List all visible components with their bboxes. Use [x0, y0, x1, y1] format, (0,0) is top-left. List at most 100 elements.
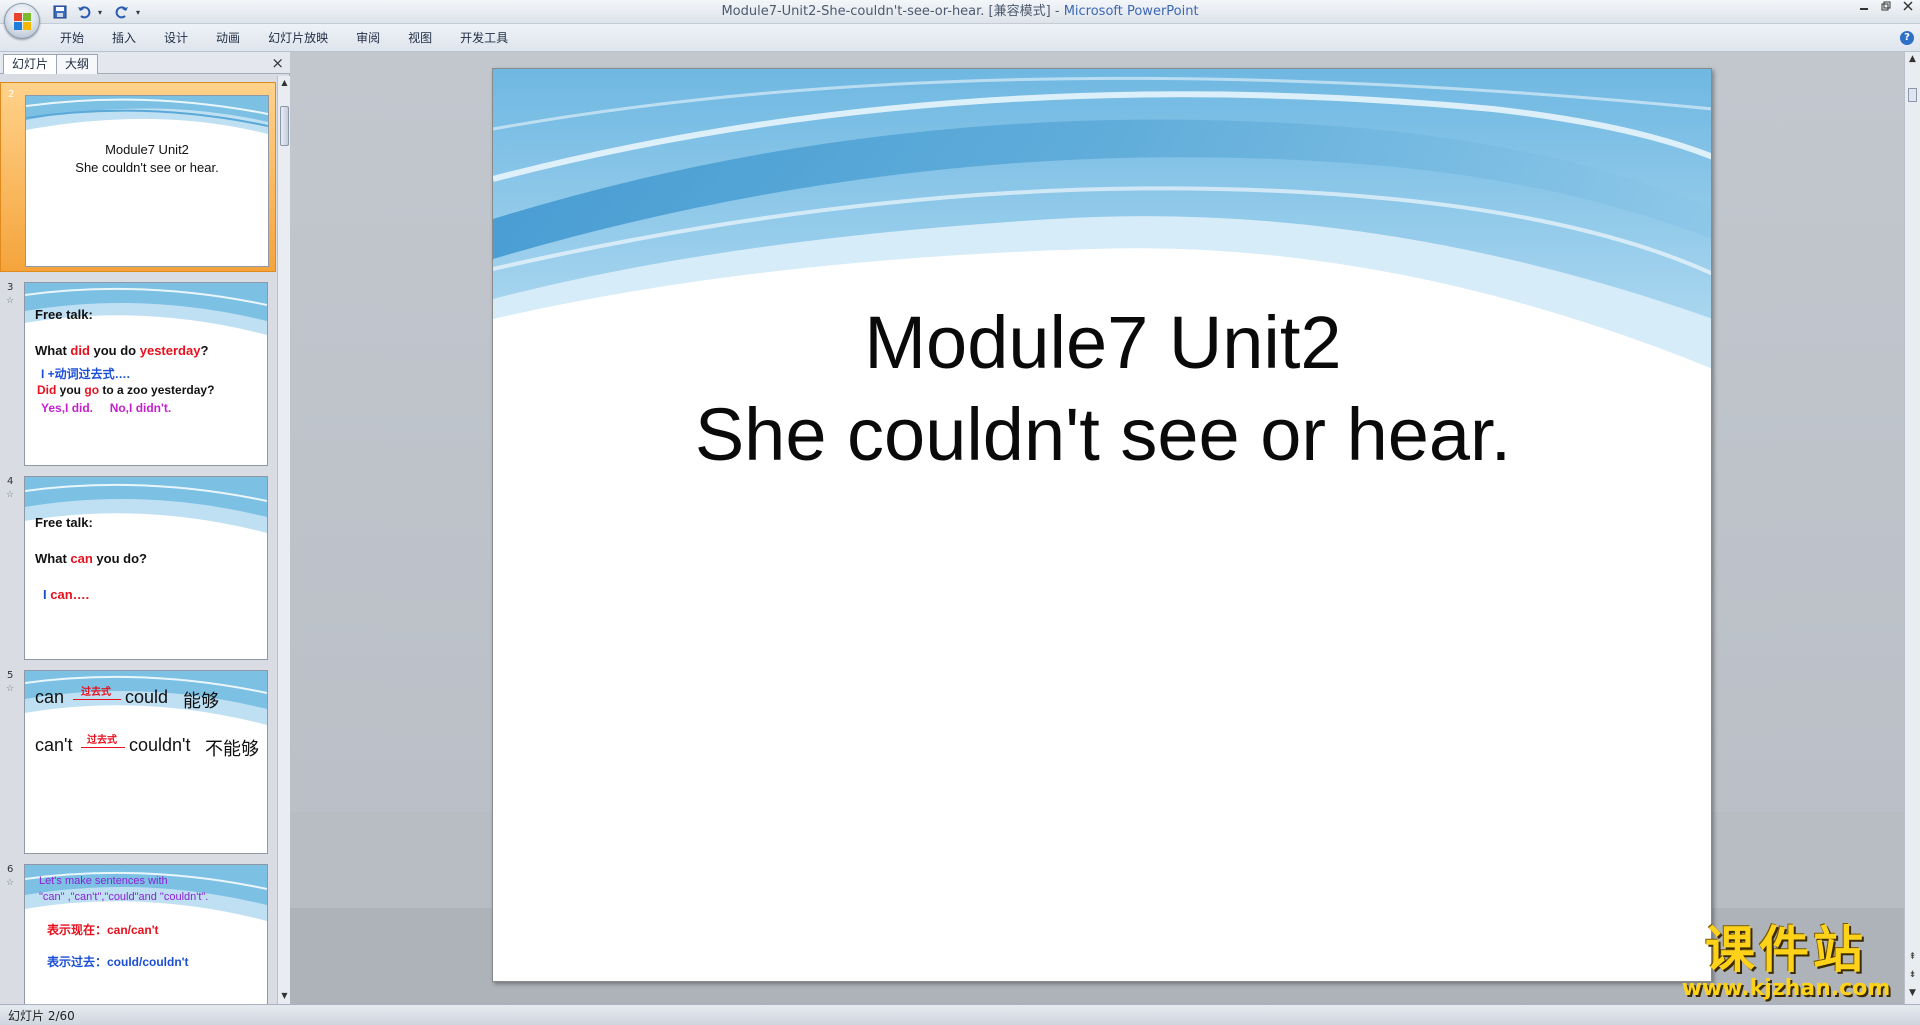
ans-can: can….: [50, 587, 90, 602]
slide-number: 3: [7, 282, 14, 293]
thumb-line1: Let's make sentences with: [39, 875, 168, 887]
q-what: What: [35, 343, 71, 358]
restore-button[interactable]: [1878, 1, 1894, 15]
ribbon-tabs: 开始 插入 设计 动画 幻灯片放映 审阅 视图 开发工具: [46, 24, 522, 52]
thumb-answers: Yes,I did. No,I didn't.: [41, 401, 172, 415]
slide-counter: 幻灯片 2/60: [8, 1009, 75, 1023]
tab-slides[interactable]: 幻灯片: [3, 54, 58, 74]
close-icon: ×: [271, 54, 284, 72]
scroll-up-icon[interactable]: ▲: [279, 78, 290, 89]
thumbnail-slide-6[interactable]: 6 ☆ Let's make sentences with "can" ,"ca…: [0, 858, 276, 1004]
thumb-couldnt: couldn't: [129, 735, 191, 755]
tab-view[interactable]: 视图: [394, 24, 446, 52]
scroll-down-icon[interactable]: ▼: [1906, 988, 1919, 1002]
watermark-url: www.kjzhan.com: [1681, 976, 1891, 1001]
tab-home[interactable]: 开始: [46, 24, 98, 52]
thumbnail-slide-2[interactable]: 2 Module7 Unit2 She couldn't see or hear…: [0, 82, 276, 272]
q2-zoo: to a zoo yesterday?: [99, 383, 215, 397]
q-yesterday: yesterday: [139, 343, 201, 358]
thumb-able: 能够: [183, 691, 219, 711]
q2-you: you: [56, 383, 85, 397]
q-rest: you do?: [92, 551, 147, 566]
thumb-unable: 不能够: [205, 739, 259, 759]
office-logo-icon: [14, 13, 31, 30]
application-name: Microsoft PowerPoint: [1063, 4, 1199, 19]
tab-slide-show[interactable]: 幻灯片放映: [254, 24, 342, 52]
close-icon: [1903, 1, 1913, 11]
thumb-heading: Free talk:: [35, 307, 93, 322]
scroll-down-icon[interactable]: ▼: [279, 991, 290, 1002]
slide-title-line2: She couldn't see or hear.: [694, 393, 1512, 476]
split-handle-icon[interactable]: [1908, 88, 1917, 102]
thumb-question: What can you do?: [35, 551, 147, 566]
thumbnail-canvas: Free talk: What can you do? I can….: [24, 476, 268, 660]
tab-insert[interactable]: 插入: [98, 24, 150, 52]
thumb-question-2: Did you go to a zoo yesterday?: [37, 383, 214, 397]
thumb-heading: Free talk:: [35, 515, 93, 530]
thumbnail-slide-4[interactable]: 4 ☆ Free talk: What can you do? I can….: [0, 470, 276, 660]
thumbnail-slide-3[interactable]: 3 ☆ Free talk: What did you do yesterday…: [0, 276, 276, 466]
thumbnail-scrollbar[interactable]: ▲ ▼: [277, 76, 290, 1004]
tab-review[interactable]: 审阅: [342, 24, 394, 52]
scrollbar-thumb[interactable]: [280, 106, 289, 146]
q-what: What: [35, 551, 71, 566]
q2-did: Did: [37, 383, 57, 397]
thumbnail-canvas: Module7 Unit2 She couldn't see or hear.: [25, 95, 269, 267]
save-button[interactable]: [50, 3, 70, 21]
thumbnail-canvas: Let's make sentences with "can" ,"can't"…: [24, 864, 268, 1004]
thumb-answer: I can….: [43, 587, 89, 602]
slide-title[interactable]: Module7 Unit2 She couldn't see or hear.: [493, 297, 1711, 481]
thumb-pattern: I +动词过去式….: [41, 367, 131, 381]
restore-icon: [1881, 1, 1891, 11]
q-can: can: [70, 551, 93, 566]
q-did: did: [70, 343, 90, 358]
title-bar: ▾ ▾ Module7-Unit2-She-couldn't-see-or-he…: [0, 0, 1920, 24]
slide-number: 6: [7, 864, 14, 875]
document-title: Module7-Unit2-She-couldn't-see-or-hear. …: [721, 4, 1051, 19]
customize-qat-dropdown[interactable]: ▾: [136, 8, 146, 17]
redo-button[interactable]: [112, 3, 132, 21]
thumb-line2: "can" ,"can't","could"and "couldn't".: [39, 891, 209, 903]
redo-icon: [115, 6, 128, 19]
editor-scrollbar[interactable]: ▲ ⇞ ⇟ ▼: [1904, 52, 1920, 1004]
previous-slide-icon[interactable]: ⇞: [1906, 952, 1919, 966]
thumb-question: What did you do yesterday?: [35, 343, 208, 358]
undo-dropdown[interactable]: ▾: [98, 8, 108, 17]
office-button[interactable]: [4, 3, 40, 39]
thumbnail-canvas: can 过去式 could 能够 can't 过去式 couldn't 不能够: [24, 670, 268, 854]
thumb-past-label-1: 过去式: [81, 687, 111, 698]
tab-outline[interactable]: 大纲: [56, 54, 99, 74]
status-bar: 幻灯片 2/60: [0, 1004, 1920, 1025]
q-you-do: you do: [89, 343, 140, 358]
slide-number: 5: [7, 670, 14, 681]
save-icon: [53, 5, 67, 19]
slide-number: 4: [7, 476, 14, 487]
help-icon[interactable]: ?: [1900, 31, 1914, 45]
minimize-icon: [1860, 8, 1868, 10]
thumb-title-line2: She couldn't see or hear.: [75, 160, 219, 175]
minimize-button[interactable]: [1856, 1, 1872, 15]
thumb-past: 表示过去：could/couldn't: [47, 955, 189, 969]
tab-animations[interactable]: 动画: [202, 24, 254, 52]
slide-title-line1: Module7 Unit2: [864, 301, 1342, 384]
thumbnail-slide-5[interactable]: 5 ☆ can 过去式 could 能够 can't 过去式 couldn't …: [0, 664, 276, 854]
thumb-arrow-1: [73, 699, 121, 700]
animation-star-icon: ☆: [6, 490, 15, 500]
slide-number: 2: [8, 89, 15, 100]
next-slide-icon[interactable]: ⇟: [1906, 970, 1919, 984]
pane-tab-strip: 幻灯片 大纲 ×: [0, 52, 290, 74]
ribbon-tab-bar: 开始 插入 设计 动画 幻灯片放映 审阅 视图 开发工具 ?: [0, 24, 1920, 52]
tab-design[interactable]: 设计: [150, 24, 202, 52]
q2-go: go: [84, 383, 100, 397]
tab-developer[interactable]: 开发工具: [446, 24, 522, 52]
scroll-up-icon[interactable]: ▲: [1906, 54, 1919, 68]
current-slide[interactable]: Module7 Unit2 She couldn't see or hear.: [492, 68, 1712, 982]
close-window-button[interactable]: [1900, 1, 1916, 15]
close-pane-button[interactable]: ×: [271, 54, 284, 72]
animation-star-icon: ☆: [6, 878, 15, 888]
watermark-logo: 课件站 www.kjzhan.com: [1668, 922, 1904, 1004]
undo-button[interactable]: [74, 3, 94, 21]
undo-icon: [78, 6, 91, 19]
thumb-could: could: [125, 687, 169, 707]
thumbnail-list: 2 Module7 Unit2 She couldn't see or hear…: [0, 76, 276, 1004]
